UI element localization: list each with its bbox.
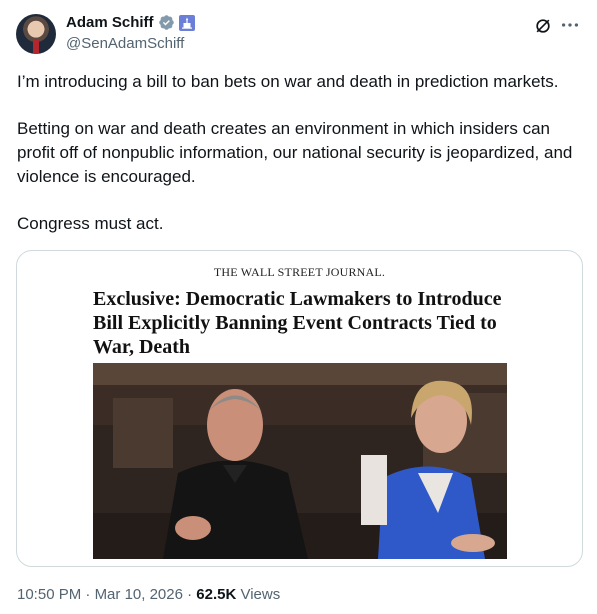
more-icon[interactable] xyxy=(559,14,581,36)
tweet-paragraph: I’m introducing a bill to ban bets on wa… xyxy=(17,72,559,91)
avatar-tie xyxy=(33,40,39,54)
avatar[interactable] xyxy=(16,14,56,54)
article-photo xyxy=(93,363,507,559)
views-label: Views xyxy=(236,586,281,603)
government-badge-icon xyxy=(178,14,195,31)
name-row: Adam Schiff xyxy=(66,14,195,31)
tweet-paragraph: Congress must act. xyxy=(17,214,164,233)
tweet-header: Adam Schiff @SenAdamSchiff xyxy=(16,12,581,56)
tweet-date[interactable]: Mar 10, 2026 xyxy=(95,586,183,603)
tweet-paragraph: Betting on war and death creates an envi… xyxy=(17,119,573,186)
author-handle[interactable]: @SenAdamSchiff xyxy=(66,35,184,52)
publication-name: THE WALL STREET JOURNAL. xyxy=(213,265,386,279)
tweet-time[interactable]: 10:50 PM xyxy=(17,586,81,603)
author-name[interactable]: Adam Schiff xyxy=(66,14,154,31)
tweet-text: I’m introducing a bill to ban bets on wa… xyxy=(17,70,582,259)
meta-separator: · xyxy=(81,586,95,603)
verified-badge-icon xyxy=(158,15,174,30)
media-card[interactable]: THE WALL STREET JOURNAL. Exclusive: Demo… xyxy=(16,250,583,567)
grok-icon[interactable] xyxy=(533,16,553,36)
tweet-meta: 10:50 PM · Mar 10, 2026 · 62.5K Views xyxy=(17,586,280,603)
article-headline: Exclusive: Democratic Lawmakers to Intro… xyxy=(93,288,502,358)
meta-separator: · xyxy=(182,586,197,603)
views-count: 62.5K xyxy=(196,586,237,603)
